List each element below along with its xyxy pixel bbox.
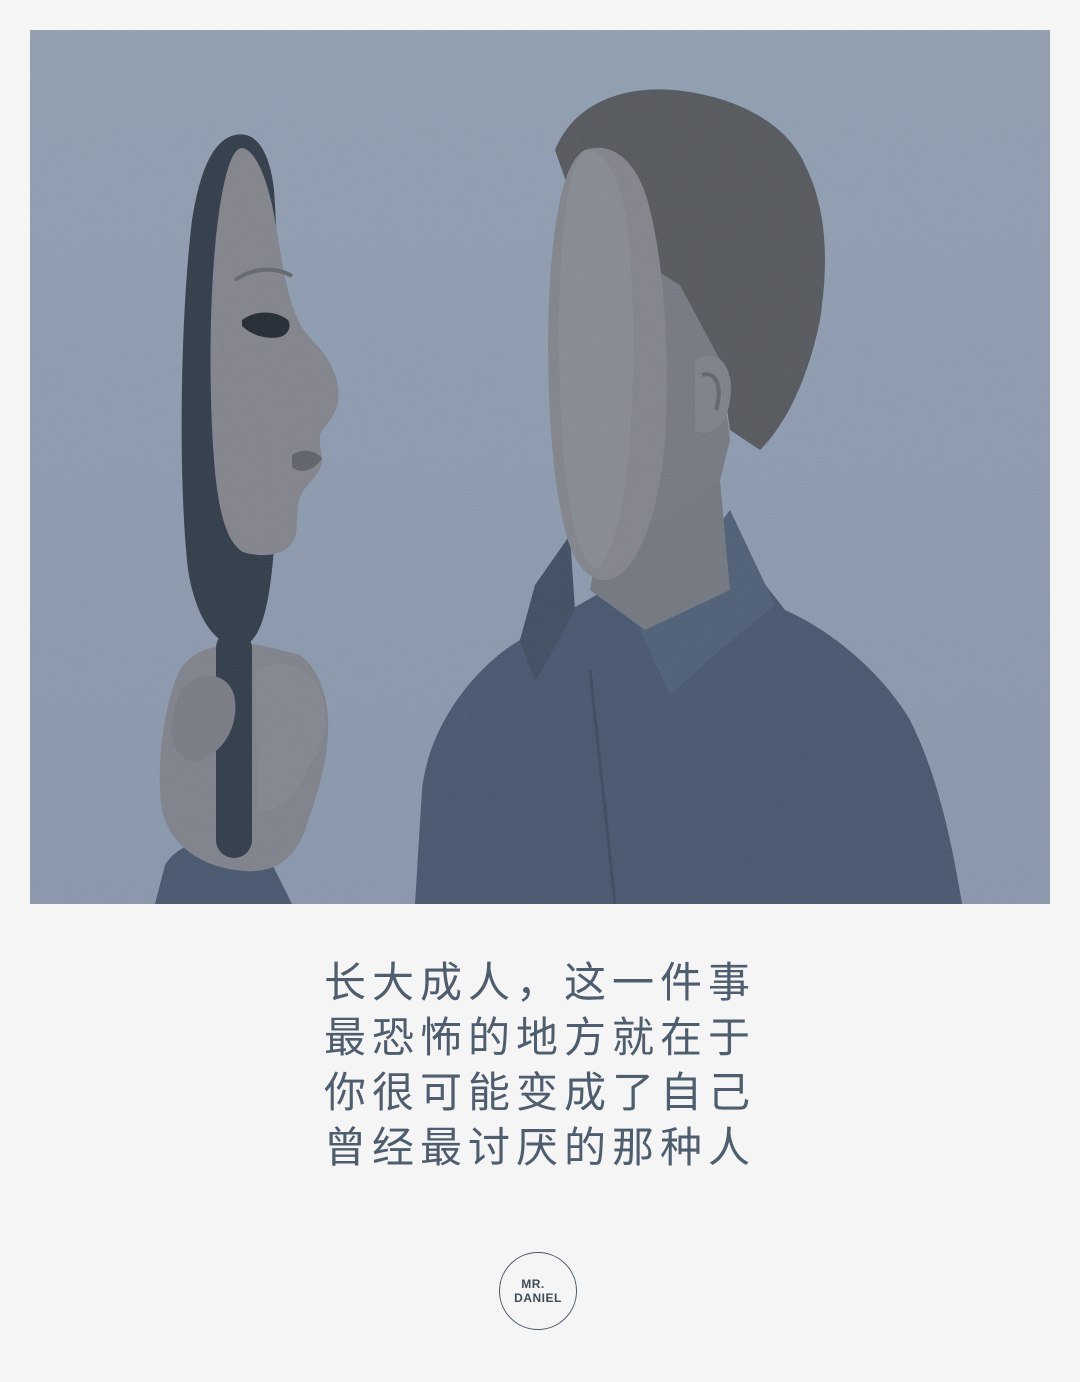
quote-line-3: 你很可能变成了自己: [323, 1068, 756, 1117]
logo-line-1: MR.: [521, 1277, 545, 1291]
quote-line-1: 长大成人，这一件事: [323, 958, 756, 1007]
mirror-man-artwork: [30, 30, 1050, 904]
logo-line-2: DANIEL: [514, 1291, 562, 1305]
quote: 长大成人，这一件事 最恐怖的地方就在于 你很可能变成了自己 曾经最讨厌的那种人: [0, 955, 1080, 1175]
quote-line-4: 曾经最讨厌的那种人: [323, 1123, 756, 1172]
quote-line-2: 最恐怖的地方就在于: [323, 1013, 756, 1062]
mr-daniel-logo: MR. DANIEL: [499, 1252, 577, 1330]
illustration: [30, 30, 1050, 904]
grain-overlay: [30, 30, 1050, 904]
